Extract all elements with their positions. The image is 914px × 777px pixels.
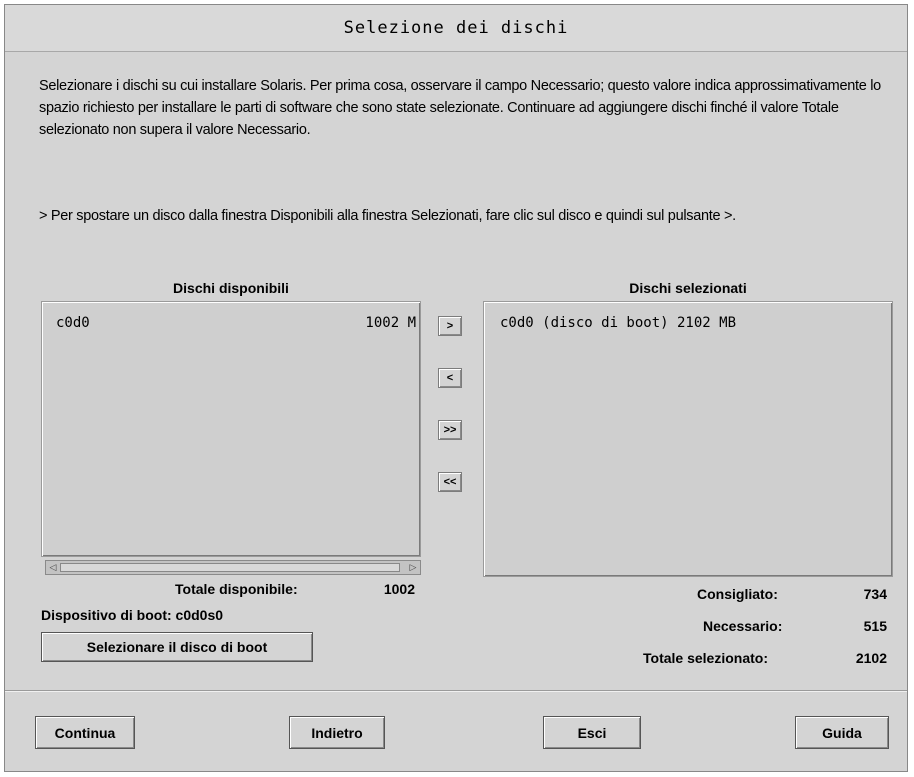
selected-disks-title: Dischi selezionati: [629, 280, 747, 296]
list-item[interactable]: c0d0 1002 M: [56, 315, 416, 331]
window-title: Selezione dei dischi: [5, 5, 907, 52]
scroll-thumb[interactable]: [60, 563, 400, 572]
list-item[interactable]: c0d0 (disco di boot) 2102 MB: [500, 315, 736, 331]
available-disks-title: Dischi disponibili: [173, 280, 289, 296]
footer-separator: [5, 690, 907, 692]
select-boot-disk-button[interactable]: Selezionare il disco di boot: [41, 632, 313, 662]
instructions-paragraph: Selezionare i dischi su cui installare S…: [39, 78, 881, 138]
back-button[interactable]: Indietro: [289, 716, 385, 749]
remove-disk-button[interactable]: <: [438, 368, 462, 388]
required-label: Necessario:: [703, 618, 783, 634]
total-selected-value: 2102: [855, 650, 887, 666]
selected-disks-list[interactable]: c0d0 (disco di boot) 2102 MB: [483, 301, 893, 577]
total-available-label: Totale disponibile:: [175, 581, 298, 597]
disk-name: c0d0: [56, 315, 90, 331]
continue-button[interactable]: Continua: [35, 716, 135, 749]
recommended-value: 734: [863, 586, 887, 602]
move-instructions-paragraph: > Per spostare un disco dalla finestra D…: [39, 208, 736, 224]
disk-selection-window: Selezione dei dischi Selezionare i disch…: [4, 4, 908, 772]
exit-button[interactable]: Esci: [543, 716, 641, 749]
available-disks-list[interactable]: c0d0 1002 M: [41, 301, 421, 557]
scroll-left-arrow-icon[interactable]: ◁: [47, 562, 59, 573]
recommended-label: Consigliato:: [697, 586, 778, 602]
total-available-value: 1002: [383, 581, 415, 597]
add-all-disks-button[interactable]: >>: [438, 420, 462, 440]
help-button[interactable]: Guida: [795, 716, 889, 749]
add-disk-button[interactable]: >: [438, 316, 462, 336]
remove-all-disks-button[interactable]: <<: [438, 472, 462, 492]
scroll-right-arrow-icon[interactable]: ▷: [407, 562, 419, 573]
available-horizontal-scrollbar[interactable]: ◁ ▷: [45, 560, 421, 575]
total-selected-label: Totale selezionato:: [643, 650, 768, 666]
boot-device-label: Dispositivo di boot: c0d0s0: [41, 607, 224, 623]
required-value: 515: [863, 618, 887, 634]
disk-size: 1002 M: [365, 315, 416, 331]
